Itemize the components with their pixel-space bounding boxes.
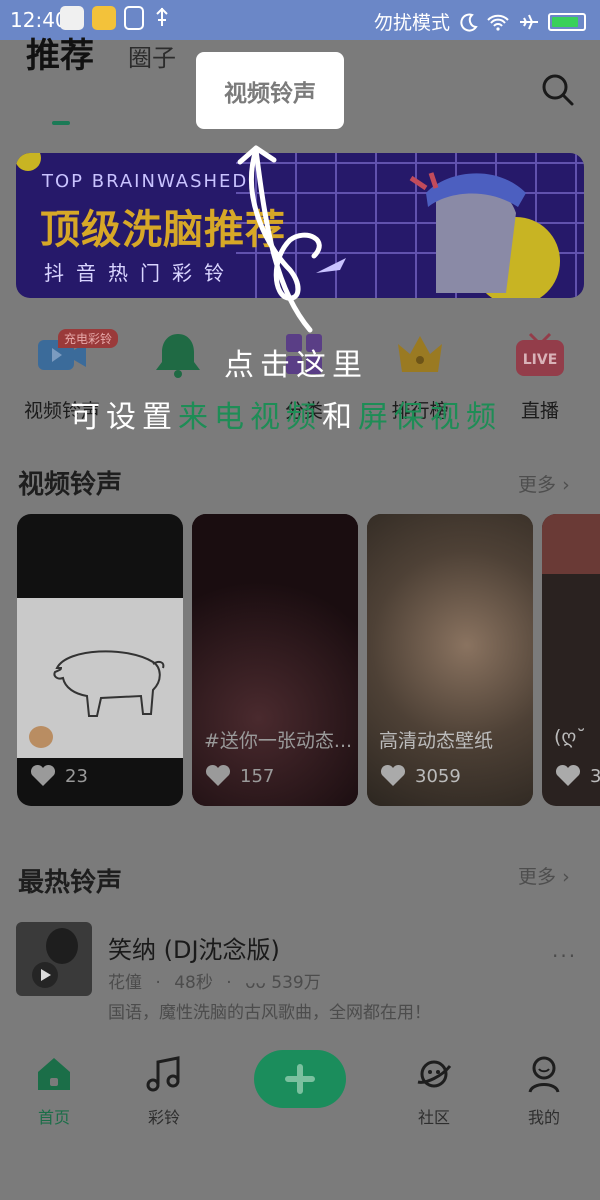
video-caption: 高清动态壁纸: [379, 730, 494, 752]
banner-subtitle: 抖音热门彩铃: [44, 261, 236, 285]
video-caption: #送你一张动态...: [204, 730, 353, 752]
tab-circle[interactable]: 圈子: [128, 38, 176, 73]
notification-icons: [60, 6, 172, 30]
more-options-icon[interactable]: ···: [552, 944, 577, 968]
hint-text: 和: [322, 400, 358, 435]
like-number: 3: [590, 765, 600, 787]
planet-icon: [417, 1060, 452, 1088]
add-button[interactable]: [254, 1050, 346, 1108]
like-number: 3059: [415, 765, 461, 787]
nav-mine[interactable]: 我的: [504, 1054, 584, 1128]
like-number: 23: [65, 765, 88, 787]
folder-icon: [92, 6, 116, 30]
like-count: 3059: [379, 764, 461, 788]
home-icon: [38, 1058, 70, 1090]
active-tab-indicator: [52, 121, 70, 125]
video-card[interactable]: (ღ˘ 3: [542, 514, 600, 806]
cleaner-icon: [124, 6, 144, 30]
more-label: 更多: [518, 474, 557, 496]
plays-icon: ᴗᴗ: [245, 973, 266, 993]
nav-community[interactable]: 社区: [394, 1054, 474, 1128]
battery-icon: [548, 12, 586, 31]
song-artist: 花僮: [108, 973, 142, 993]
hint-highlight: 来电视频: [178, 400, 322, 435]
heart-icon: [555, 764, 581, 786]
chevron-right-icon: ›: [562, 866, 570, 888]
hot-more-link[interactable]: 更多 ›: [518, 862, 570, 889]
heart-icon: [205, 764, 231, 786]
status-right: 勿扰模式: [374, 8, 586, 35]
plus-icon: [285, 1064, 315, 1094]
video-thumbnail: [17, 598, 183, 758]
crown-icon: [398, 336, 442, 372]
separator: ·: [155, 973, 161, 993]
video-card[interactable]: 23: [17, 514, 183, 806]
nav-home[interactable]: 首页: [14, 1054, 94, 1128]
song-title[interactable]: 笑纳 (DJ沈念版): [108, 930, 280, 965]
music-note-icon: [146, 1056, 180, 1092]
like-count: 3: [554, 764, 600, 788]
video-thumbnail: [367, 514, 533, 806]
live-tv-icon: LIVE: [516, 332, 564, 376]
video-thumbnail: [192, 514, 358, 806]
song-meta: 花僮 · 48秒 · ᴗᴗ 539万: [108, 968, 321, 993]
cover-art: [46, 928, 78, 964]
video-card[interactable]: 高清动态壁纸 3059: [367, 514, 533, 806]
heart-icon: [380, 764, 406, 786]
nav-label: 首页: [37, 1108, 70, 1127]
wifi-icon: [487, 14, 509, 31]
search-icon[interactable]: [540, 72, 576, 108]
charge-ringtone-badge: 充电彩铃: [58, 329, 119, 348]
banner-en-text: TOP BRAINWASHED: [42, 171, 249, 192]
video-caption: (ღ˘: [554, 726, 586, 748]
heart-icon: [30, 764, 56, 786]
song-description: 国语，魔性洗脑的古风歌曲，全网都在用！: [108, 1003, 431, 1023]
bell-icon: [156, 334, 200, 378]
video-thumbnail: [542, 514, 600, 574]
airplane-icon: [520, 14, 538, 29]
category-live[interactable]: LIVE 直播: [490, 330, 590, 423]
chevron-right-icon: ›: [562, 474, 570, 496]
play-icon[interactable]: [30, 960, 60, 990]
video-more-link[interactable]: 更多 ›: [518, 470, 570, 497]
live-icon-text: LIVE: [523, 352, 558, 368]
bear-sticker-icon: [29, 726, 53, 748]
section-title-video: 视频铃声: [18, 470, 123, 500]
tab-recommend[interactable]: 推荐: [26, 28, 94, 77]
section-title-hot: 最热铃声: [18, 868, 123, 898]
nav-label: 彩铃: [147, 1108, 180, 1127]
song-duration: 48秒: [174, 973, 213, 993]
like-number: 157: [240, 765, 275, 787]
hint-arrow-icon: [237, 145, 322, 333]
like-count: 23: [29, 764, 88, 788]
video-card[interactable]: #送你一张动态... 157: [192, 514, 358, 806]
tab-video-ringtone[interactable]: 视频铃声: [196, 52, 344, 129]
more-label: 更多: [518, 866, 557, 888]
nav-label: 社区: [417, 1108, 450, 1127]
category-label: 直播: [520, 400, 559, 422]
separator: ·: [226, 973, 232, 993]
song-plays: 539万: [271, 973, 321, 993]
like-count: 157: [204, 764, 274, 788]
nav-ringtone[interactable]: 彩铃: [124, 1054, 204, 1128]
dnd-label: 勿扰模式: [373, 12, 450, 34]
hint-click-here: 点击这里: [224, 348, 368, 383]
usb-icon: [156, 7, 168, 26]
hint-highlight: 屏保视频: [358, 400, 502, 435]
hint-set-video: 可设置来电视频和屏保视频: [70, 392, 502, 436]
nav-label: 我的: [527, 1108, 560, 1127]
song-cover[interactable]: [16, 922, 92, 996]
hint-text: 可设置: [70, 400, 178, 435]
user-icon: [528, 1056, 560, 1093]
moon-icon: [460, 13, 478, 31]
app-notification-icon: [60, 6, 84, 30]
